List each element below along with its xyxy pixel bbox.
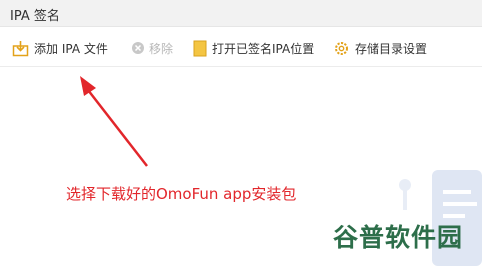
annotation-text: 选择下载好的OmoFun app安装包 bbox=[66, 185, 297, 203]
watermark-logo: 谷普软件园 bbox=[333, 223, 464, 252]
